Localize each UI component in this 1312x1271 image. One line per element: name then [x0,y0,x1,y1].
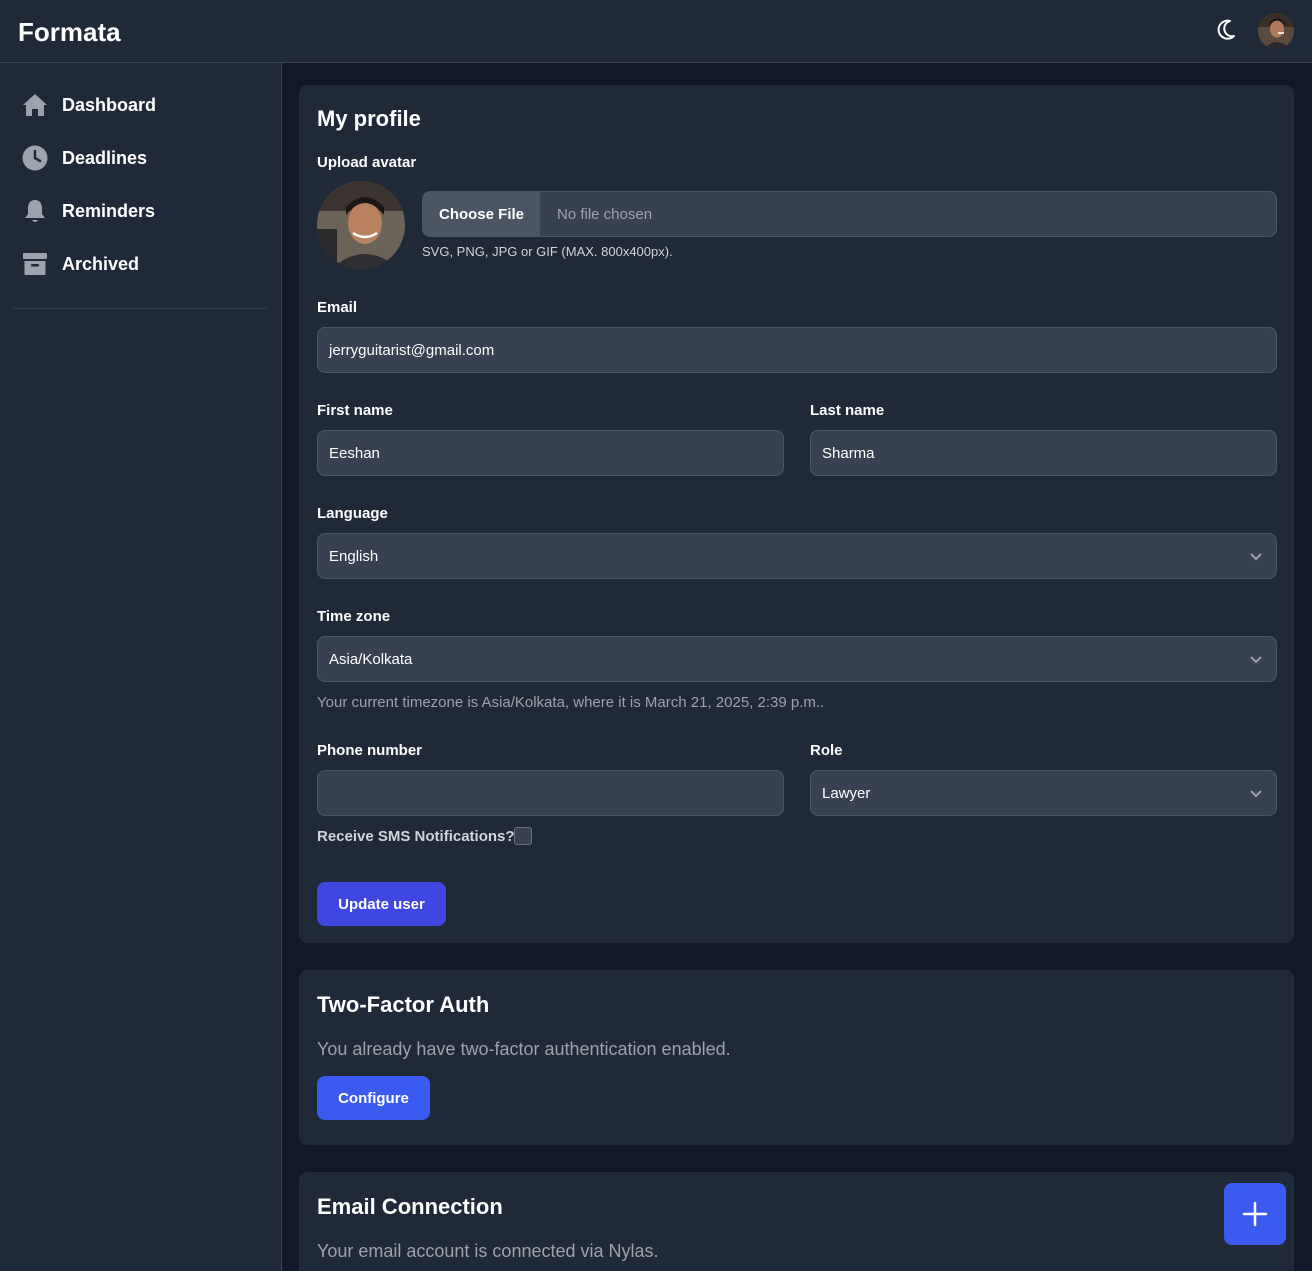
email-connection-text: Your email account is connected via Nyla… [317,1241,659,1261]
sidebar-item-reminders[interactable]: Reminders [13,189,267,233]
two-factor-card: Two-Factor Auth You already have two-fac… [299,970,1294,1145]
sidebar-item-label: Archived [62,253,140,274]
sidebar: Dashboard Deadlines Reminders Archived [0,63,282,1271]
sidebar-item-label: Deadlines [62,147,148,168]
email-connection-title: Email Connection [317,1194,503,1219]
avatar-file-input[interactable]: Choose File No file chosen [422,191,1277,237]
avatar [317,181,405,269]
email-label: Email [317,299,358,316]
clock-icon [21,144,49,172]
two-factor-text: You already have two-factor authenticati… [317,1039,731,1059]
phone-field[interactable] [317,770,784,816]
brand-logo[interactable]: Formata [18,17,121,48]
update-user-button[interactable]: Update user [317,882,446,926]
first-name-label: First name [317,402,393,419]
sidebar-item-label: Reminders [62,200,156,221]
timezone-select[interactable]: Asia/Kolkata [317,636,1277,682]
moon-icon[interactable] [1212,16,1240,44]
sidebar-item-deadlines[interactable]: Deadlines [13,136,267,180]
choose-file-button[interactable]: Choose File [423,192,540,236]
timezone-label: Time zone [317,608,391,625]
language-value: English [329,547,379,565]
user-avatar[interactable] [1258,13,1294,49]
role-select[interactable]: Lawyer [810,770,1277,816]
timezone-value: Asia/Kolkata [329,650,413,668]
sidebar-divider [13,308,267,309]
chevron-down-icon [1250,553,1262,561]
home-icon [21,91,49,119]
language-select[interactable]: English [317,533,1277,579]
upload-avatar-label: Upload avatar [317,154,417,171]
timezone-note: Your current timezone is Asia/Kolkata, w… [317,694,825,711]
last-name-field[interactable]: Sharma [810,430,1277,476]
add-button[interactable] [1224,1183,1286,1245]
chevron-down-icon [1250,656,1262,664]
email-connection-card: Email Connection Your email account is c… [299,1172,1294,1271]
role-label: Role [810,742,843,759]
sidebar-item-dashboard[interactable]: Dashboard [13,83,267,127]
file-status: No file chosen [557,205,653,223]
top-bar: Formata [0,0,1312,63]
sms-label: Receive SMS Notifications? [317,828,515,845]
last-name-label: Last name [810,402,885,419]
file-help-text: SVG, PNG, JPG or GIF (MAX. 800x400px). [422,244,673,259]
configure-button[interactable]: Configure [317,1076,430,1120]
chevron-down-icon [1250,790,1262,798]
first-name-field[interactable]: Eeshan [317,430,784,476]
sidebar-item-archived[interactable]: Archived [13,242,267,286]
sms-checkbox[interactable] [514,827,532,845]
profile-title: My profile [317,106,421,131]
archive-icon [21,250,49,278]
bell-icon [21,197,49,225]
email-field[interactable]: jerryguitarist@gmail.com [317,327,1277,373]
role-value: Lawyer [822,784,871,802]
two-factor-title: Two-Factor Auth [317,992,490,1017]
phone-label: Phone number [317,742,423,759]
language-label: Language [317,505,388,522]
sidebar-item-label: Dashboard [62,94,157,115]
profile-card: My profile Upload avatar Choose File No … [299,85,1294,943]
plus-icon [1242,1201,1268,1227]
